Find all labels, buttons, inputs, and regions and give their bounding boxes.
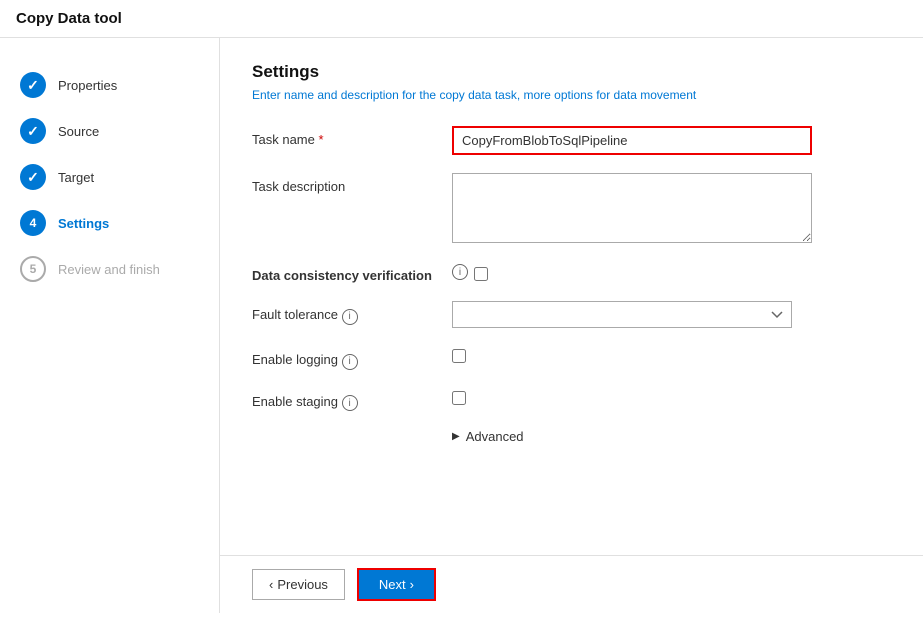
next-arrow-icon: › [410, 577, 414, 592]
title-bar: Copy Data tool [0, 0, 923, 38]
task-description-textarea[interactable] [452, 173, 812, 243]
sidebar-item-target[interactable]: ✓ Target [0, 154, 219, 200]
data-consistency-checkbox[interactable] [474, 267, 488, 281]
sidebar-item-properties[interactable]: ✓ Properties [0, 62, 219, 108]
enable-staging-checkbox[interactable] [452, 391, 466, 405]
previous-arrow-icon: ‹ [269, 577, 273, 592]
enable-staging-label: Enable staging i [252, 388, 452, 412]
content-area: Settings Enter name and description for … [220, 38, 923, 613]
task-name-control [452, 126, 891, 155]
task-description-label: Task description [252, 173, 452, 194]
step-label-review: Review and finish [58, 262, 160, 277]
enable-logging-info-icon[interactable]: i [342, 354, 358, 370]
step-label-target: Target [58, 170, 94, 185]
next-button[interactable]: Next › [357, 568, 436, 601]
step-label-source: Source [58, 124, 99, 139]
app-title: Copy Data tool [16, 10, 122, 27]
task-name-input[interactable] [452, 126, 812, 155]
step-circle-properties: ✓ [20, 72, 46, 98]
step-circle-review: 5 [20, 256, 46, 282]
enable-staging-info-icon[interactable]: i [342, 395, 358, 411]
previous-button[interactable]: ‹ Previous [252, 569, 345, 600]
content-body: Settings Enter name and description for … [220, 38, 923, 555]
section-subtitle: Enter name and description for the copy … [252, 88, 891, 102]
step-circle-target: ✓ [20, 164, 46, 190]
fault-tolerance-label: Fault tolerance i [252, 301, 452, 325]
checkmark-icon-source: ✓ [27, 123, 39, 140]
enable-logging-row: Enable logging i [252, 346, 891, 370]
task-description-control [452, 173, 891, 246]
data-consistency-label: Data consistency verification [252, 264, 452, 283]
step-number-review: 5 [30, 262, 37, 276]
advanced-label: Advanced [466, 429, 524, 444]
enable-logging-label: Enable logging i [252, 346, 452, 370]
enable-logging-control [452, 346, 891, 366]
enable-staging-control [452, 388, 891, 408]
step-label-settings: Settings [58, 216, 109, 231]
step-label-properties: Properties [58, 78, 117, 93]
sidebar-item-review[interactable]: 5 Review and finish [0, 246, 219, 292]
fault-tolerance-select[interactable]: None Skip incompatible row [452, 301, 792, 328]
fault-tolerance-info-icon[interactable]: i [342, 309, 358, 325]
enable-staging-row: Enable staging i [252, 388, 891, 412]
checkmark-icon: ✓ [27, 77, 39, 94]
fault-tolerance-control: None Skip incompatible row [452, 301, 891, 328]
enable-logging-checkbox[interactable] [452, 349, 466, 363]
required-marker: * [319, 132, 324, 147]
fault-tolerance-row: Fault tolerance i None Skip incompatible… [252, 301, 891, 328]
sidebar-item-source[interactable]: ✓ Source [0, 108, 219, 154]
step-circle-settings: 4 [20, 210, 46, 236]
data-consistency-row: Data consistency verification i [252, 264, 891, 283]
sidebar-item-settings[interactable]: 4 Settings [0, 200, 219, 246]
sidebar: ✓ Properties ✓ Source ✓ Target 4 Setting… [0, 38, 220, 613]
content-footer: ‹ Previous Next › [220, 555, 923, 613]
step-number-settings: 4 [30, 216, 37, 230]
advanced-section[interactable]: ▶ Advanced [452, 429, 891, 444]
section-title: Settings [252, 62, 891, 82]
advanced-arrow-icon: ▶ [452, 431, 460, 442]
step-circle-source: ✓ [20, 118, 46, 144]
previous-button-label: Previous [277, 577, 328, 592]
task-description-row: Task description [252, 173, 891, 246]
data-consistency-control: i [452, 264, 488, 281]
checkmark-icon-target: ✓ [27, 169, 39, 186]
data-consistency-info-icon[interactable]: i [452, 264, 468, 280]
next-button-label: Next [379, 577, 406, 592]
task-name-row: Task name * [252, 126, 891, 155]
task-name-label: Task name * [252, 126, 452, 147]
